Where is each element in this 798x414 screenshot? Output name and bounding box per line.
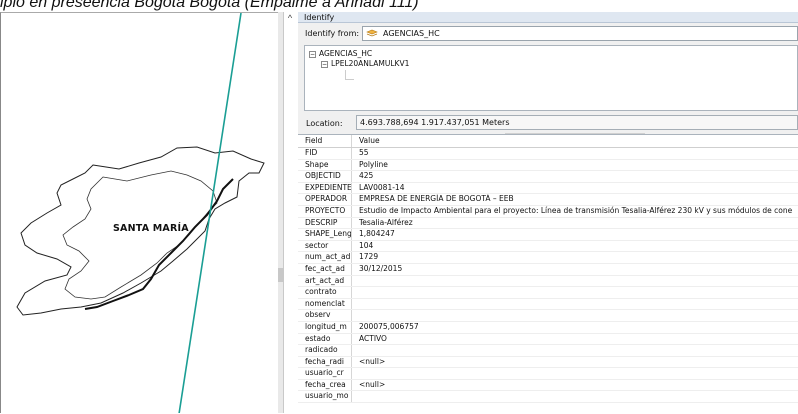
table-row[interactable]: OBJECTID425 [298, 171, 798, 183]
table-row[interactable]: art_act_ad [298, 275, 798, 287]
field-value: <null> [352, 356, 798, 368]
field-name: DESCRIP [298, 217, 352, 229]
field-value [352, 287, 798, 299]
field-value: 55 [352, 148, 798, 160]
field-name: longitud_m [298, 321, 352, 333]
table-row[interactable]: fecha_radi<null> [298, 356, 798, 368]
table-row[interactable]: ShapePolyline [298, 159, 798, 171]
field-value: 104 [352, 240, 798, 252]
field-value: <null> [352, 379, 798, 391]
field-name: PROYECTO [298, 205, 352, 217]
field-value: Polyline [352, 159, 798, 171]
collapse-icon[interactable]: − [309, 51, 316, 58]
field-name: SHAPE_Leng [298, 229, 352, 241]
table-row[interactable]: EXPEDIENTELAV0081-14 [298, 182, 798, 194]
tree-node-child-label: LPEL20ANLAMULKV1 [331, 59, 409, 68]
field-name: estado [298, 333, 352, 345]
table-row[interactable]: longitud_m200075,006757 [298, 321, 798, 333]
table-row[interactable]: usuario_mo [298, 391, 798, 403]
panel-splitter[interactable] [278, 12, 284, 413]
identify-from-value: AGENCIAS_HC [383, 29, 440, 38]
field-name: fec_act_ad [298, 263, 352, 275]
field-value: 30/12/2015 [352, 263, 798, 275]
field-name: fecha_radi [298, 356, 352, 368]
field-name: usuario_cr [298, 368, 352, 380]
attribute-grid[interactable]: Field Value FID55ShapePolylineOBJECTID42… [298, 134, 798, 414]
sub-boundary [63, 171, 217, 299]
map-view[interactable]: SANTA MARÍA [0, 12, 278, 413]
field-name: FID [298, 148, 352, 160]
field-value [352, 310, 798, 322]
table-row[interactable]: OPERADOREMPRESA DE ENERGÍA DE BOGOTÁ – E… [298, 194, 798, 206]
field-name: observ [298, 310, 352, 322]
field-value: 1,804247 [352, 229, 798, 241]
field-value: LAV0081-14 [352, 182, 798, 194]
field-name: num_act_ad [298, 252, 352, 264]
figure-caption: ipio en preseencia Bogotá Bogotá (Empalm… [0, 0, 798, 12]
table-row[interactable]: FID55 [298, 148, 798, 160]
field-value: EMPRESA DE ENERGÍA DE BOGOTÁ – EEB [352, 194, 798, 206]
field-name: Shape [298, 159, 352, 171]
road-line [85, 179, 233, 309]
field-value [352, 368, 798, 380]
tree-node-child[interactable]: −LPEL20ANLAMULKV1 [321, 59, 409, 68]
tree-node-root[interactable]: −AGENCIAS_HC [309, 49, 372, 58]
collapse-icon[interactable]: − [321, 61, 328, 68]
field-column-header: Field [298, 135, 352, 148]
layer-icon [366, 29, 378, 38]
table-row[interactable]: num_act_ad1729 [298, 252, 798, 264]
table-row[interactable]: PROYECTOEstudio de Impacto Ambiental par… [298, 205, 798, 217]
table-row[interactable]: nomenclat [298, 298, 798, 310]
field-name: radicado [298, 345, 352, 357]
field-value [352, 275, 798, 287]
transmission-line [179, 13, 241, 413]
table-row[interactable]: DESCRIPTesalia-Alférez [298, 217, 798, 229]
table-row[interactable]: SHAPE_Leng1,804247 [298, 229, 798, 241]
table-row[interactable]: estadoACTIVO [298, 333, 798, 345]
location-value: 4.693.788,694 1.917.437,051 Meters [356, 115, 798, 130]
table-row[interactable]: contrato [298, 287, 798, 299]
table-row[interactable]: fec_act_ad30/12/2015 [298, 263, 798, 275]
grid-header: Field Value [298, 135, 798, 148]
field-value: Tesalia-Alférez [352, 217, 798, 229]
tree-node-root-label: AGENCIAS_HC [319, 49, 372, 58]
field-name: EXPEDIENTE [298, 182, 352, 194]
field-name: contrato [298, 287, 352, 299]
table-row[interactable]: sector104 [298, 240, 798, 252]
map-canvas [1, 13, 278, 413]
table-row[interactable]: observ [298, 310, 798, 322]
field-value: Estudio de Impacto Ambiental para el pro… [352, 205, 798, 217]
window-title: Identify [298, 12, 798, 23]
field-value: 200075,006757 [352, 321, 798, 333]
identify-from-select[interactable]: AGENCIAS_HC [362, 26, 798, 41]
tree-connector [345, 70, 354, 80]
field-value [352, 391, 798, 403]
identify-from-label: Identify from: [305, 29, 359, 38]
field-value: 425 [352, 171, 798, 183]
municipality-label: SANTA MARÍA [113, 223, 189, 234]
results-tree[interactable]: −AGENCIAS_HC −LPEL20ANLAMULKV1 [304, 45, 798, 111]
field-name: usuario_mo [298, 391, 352, 403]
field-value: 1729 [352, 252, 798, 264]
table-row[interactable]: radicado [298, 345, 798, 357]
field-name: art_act_ad [298, 275, 352, 287]
table-row[interactable]: usuario_cr [298, 368, 798, 380]
field-name: fecha_crea [298, 379, 352, 391]
table-row[interactable]: fecha_crea<null> [298, 379, 798, 391]
field-value: ACTIVO [352, 333, 798, 345]
identify-window: Identify Identify from: AGENCIAS_HC −AGE… [298, 12, 798, 413]
location-label: Location: [306, 119, 343, 128]
field-name: OBJECTID [298, 171, 352, 183]
splitter-grip[interactable] [278, 268, 284, 282]
field-name: OPERADOR [298, 194, 352, 206]
collapse-arrow-icon[interactable]: ^ [283, 12, 297, 24]
value-column-header: Value [352, 135, 798, 148]
field-value [352, 298, 798, 310]
field-value [352, 345, 798, 357]
field-name: nomenclat [298, 298, 352, 310]
field-name: sector [298, 240, 352, 252]
